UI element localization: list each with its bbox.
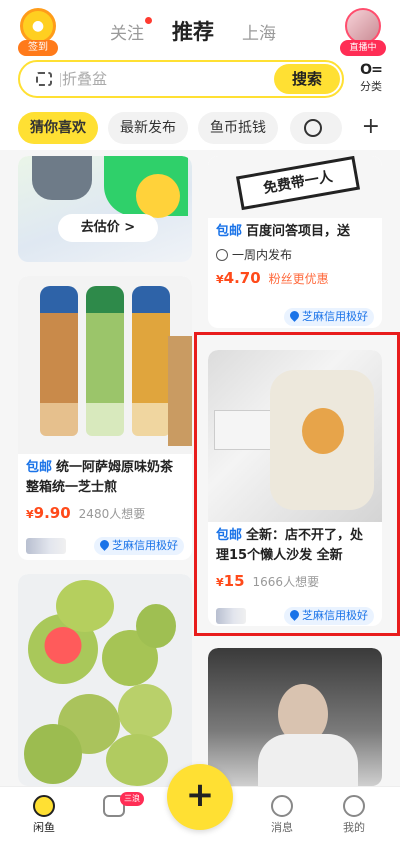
- credit-badge: 芝麻信用极好: [94, 537, 184, 555]
- search-bar[interactable]: 搜索: [18, 60, 344, 98]
- nav-messages[interactable]: 消息: [252, 795, 312, 835]
- price: ¥4.70: [216, 269, 261, 287]
- category-button[interactable]: O= 分类: [356, 62, 386, 94]
- chip-row: 猜你喜欢 最新发布 鱼币抵钱: [18, 112, 278, 144]
- seller-avatar: [26, 538, 66, 554]
- product-card[interactable]: 去估价 >: [18, 156, 192, 262]
- price-row: ¥4.70 粉丝更优惠: [208, 263, 382, 287]
- price-row: ¥9.90 2480人想要: [18, 498, 192, 522]
- category-label: 分类: [360, 80, 382, 93]
- product-card[interactable]: [208, 648, 382, 786]
- chip-newest[interactable]: 最新发布: [108, 112, 188, 144]
- fan-discount: 粉丝更优惠: [268, 272, 329, 286]
- nav-home[interactable]: 闲鱼: [14, 795, 74, 835]
- product-card[interactable]: 免费带一人 包邮 百度问答项目，送 一周内发布 ¥4.70 粉丝更优惠 芝麻信用极…: [208, 156, 382, 328]
- image-caption: 免费带一人: [235, 156, 361, 211]
- top-tabs: 关注 推荐 上海: [110, 16, 276, 46]
- product-image: 免费带一人: [208, 156, 382, 218]
- product-card[interactable]: [18, 574, 192, 786]
- live-avatar[interactable]: 直播中: [340, 8, 386, 56]
- want-count: 2480人想要: [78, 507, 146, 521]
- nav-badge: 三浪: [120, 792, 144, 806]
- sign-in-button[interactable]: ● 签到: [16, 8, 60, 56]
- product-image: [18, 574, 192, 786]
- clock-icon: [216, 249, 228, 261]
- app-header: ● 签到 关注 推荐 上海 直播中 搜索 O= 分类 猜你喜欢 最新发布 鱼币抵…: [0, 0, 400, 150]
- chip-more[interactable]: [290, 112, 342, 144]
- drop-icon: [288, 309, 301, 322]
- drop-icon: [98, 538, 111, 551]
- credit-badge: 芝麻信用极好: [284, 308, 374, 326]
- price: ¥9.90: [26, 504, 71, 522]
- product-title: 包邮 百度问答项目，送: [216, 224, 351, 239]
- category-icon: O=: [360, 62, 383, 78]
- add-chip-icon[interactable]: +: [362, 114, 380, 139]
- highlight-box: [194, 332, 400, 636]
- chip-guess[interactable]: 猜你喜欢: [18, 112, 98, 144]
- product-image: [18, 276, 192, 454]
- avatar: [345, 8, 381, 44]
- coin-icon: ●: [20, 8, 56, 44]
- scan-icon[interactable]: [36, 72, 52, 86]
- eyes-icon: [304, 119, 322, 137]
- tab-recommended[interactable]: 推荐: [172, 16, 214, 46]
- product-title: 包邮 统一阿萨姆原味奶茶整箱统一芝士煎: [26, 460, 174, 495]
- notification-dot: [145, 17, 152, 24]
- chip-coins[interactable]: 鱼币抵钱: [198, 112, 278, 144]
- tab-city[interactable]: 上海: [242, 19, 276, 44]
- search-input[interactable]: [62, 62, 262, 96]
- tab-following[interactable]: 关注: [110, 17, 152, 44]
- nav-profile[interactable]: 我的: [324, 795, 384, 835]
- product-image: [208, 648, 382, 786]
- publish-button[interactable]: +: [167, 764, 233, 830]
- estimate-button[interactable]: 去估价 >: [58, 214, 158, 242]
- profile-icon: [343, 795, 365, 817]
- sign-in-label: 签到: [18, 40, 58, 56]
- home-icon: [33, 795, 55, 817]
- message-icon: [271, 795, 293, 817]
- live-badge: 直播中: [340, 40, 386, 56]
- product-card[interactable]: 包邮 统一阿萨姆原味奶茶整箱统一芝士煎 ¥9.90 2480人想要 芝麻信用极好: [18, 276, 192, 560]
- divider: [60, 73, 61, 87]
- search-button[interactable]: 搜索: [274, 64, 340, 94]
- product-image: 去估价 >: [18, 156, 192, 262]
- publish-time: 一周内发布: [208, 242, 382, 263]
- mascot-icon: [136, 174, 180, 218]
